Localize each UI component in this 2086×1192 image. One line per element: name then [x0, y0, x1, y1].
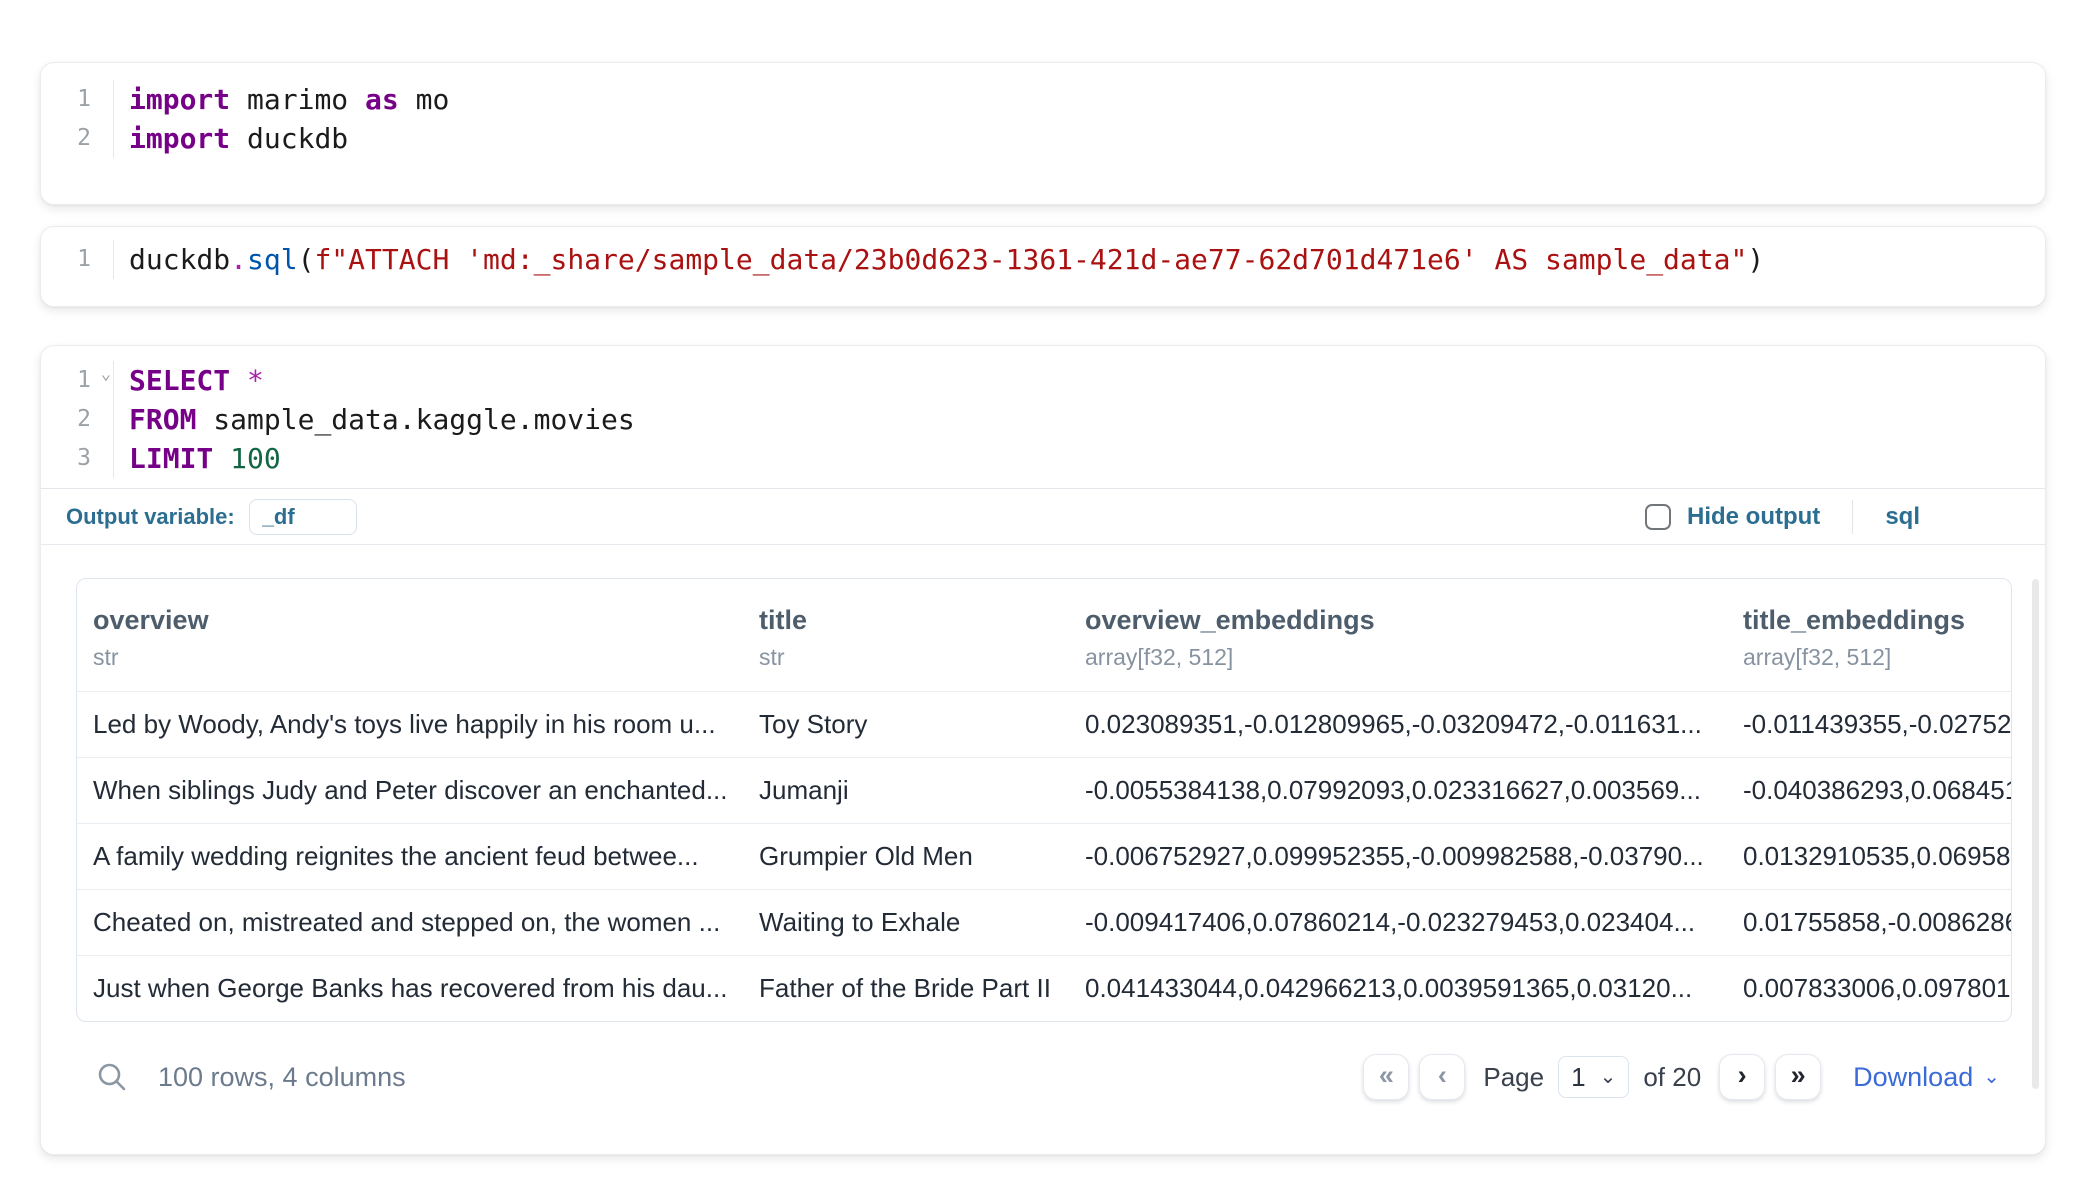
table-cell: -0.0055384138,0.07992093,0.023316627,0.0…: [1069, 758, 1727, 823]
line-number: 3: [41, 439, 113, 478]
sql-cell-toolbar: Output variable: Hide output sql: [41, 488, 2045, 545]
line-number: 1: [41, 240, 113, 279]
search-icon[interactable]: [96, 1061, 128, 1093]
hide-output-label: Hide output: [1687, 503, 1820, 531]
column-type: str: [93, 644, 743, 671]
line-number: 1⌄: [41, 361, 113, 400]
code-editor[interactable]: 1⌄23 SELECT *FROM sample_data.kaggle.mov…: [41, 346, 2045, 488]
table-cell: 0.0132910535,0.06958: [1727, 824, 2011, 889]
table-cell: Jumanji: [743, 758, 1069, 823]
code-line[interactable]: LIMIT 100: [129, 439, 2045, 478]
hide-output-checkbox[interactable]: [1645, 504, 1671, 530]
column-header-overview[interactable]: overview str: [77, 579, 743, 691]
code-lines[interactable]: duckdb.sql(f"ATTACH 'md:_share/sample_da…: [114, 240, 2045, 279]
last-page-button[interactable]: »: [1775, 1054, 1821, 1100]
page-label: Page: [1483, 1062, 1544, 1093]
pagination: « ‹ Page 1 ⌄ of 20 › » Download: [1363, 1054, 2000, 1100]
code-line[interactable]: import duckdb: [129, 119, 2045, 158]
table-cell: Grumpier Old Men: [743, 824, 1069, 889]
next-page-button[interactable]: ›: [1719, 1054, 1765, 1100]
column-type: array[f32, 512]: [1085, 644, 1727, 671]
column-name: title_embeddings: [1743, 605, 2011, 636]
download-button[interactable]: Download ⌄: [1853, 1062, 2000, 1093]
code-line[interactable]: duckdb.sql(f"ATTACH 'md:_share/sample_da…: [129, 240, 2045, 279]
table-row: Led by Woody, Andy's toys live happily i…: [77, 691, 2011, 757]
table-cell: Cheated on, mistreated and stepped on, t…: [77, 890, 743, 955]
code-line[interactable]: SELECT *: [129, 361, 2045, 400]
table-cell: 0.041433044,0.042966213,0.0039591365,0.0…: [1069, 956, 1727, 1021]
sql-cell: 1⌄23 SELECT *FROM sample_data.kaggle.mov…: [40, 345, 2046, 1155]
total-pages-label: of 20: [1643, 1062, 1701, 1093]
toolbar-divider: [1852, 500, 1853, 534]
gutter: 12: [41, 80, 114, 158]
toolbar-right-group: Hide output sql: [1645, 500, 2020, 534]
column-header-title_embeddings[interactable]: title_embeddings array[f32, 512]: [1727, 579, 2011, 691]
page-number-value: 1: [1571, 1062, 1585, 1093]
code-line[interactable]: import marimo as mo: [129, 80, 2045, 119]
first-page-button[interactable]: «: [1363, 1054, 1409, 1100]
table-cell: -0.006752927,0.099952355,-0.009982588,-0…: [1069, 824, 1727, 889]
code-lines[interactable]: import marimo as moimport duckdb: [114, 80, 2045, 158]
prev-page-icon: ‹: [1438, 1060, 1447, 1091]
table-header-row: overview str title str overview_embeddingsar…: [77, 579, 2011, 691]
table-cell: 0.023089351,-0.012809965,-0.03209472,-0.…: [1069, 692, 1727, 757]
column-header-overview_embeddings[interactable]: overview_embeddings array[f32, 512]: [1069, 579, 1727, 691]
code-editor[interactable]: 12 import marimo as moimport duckdb: [41, 63, 2045, 158]
column-header-title[interactable]: title str: [743, 579, 1069, 691]
table-cell: -0.009417406,0.07860214,-0.023279453,0.0…: [1069, 890, 1727, 955]
table-cell: -0.040386293,0.068451: [1727, 758, 2011, 823]
table-row: Cheated on, mistreated and stepped on, t…: [77, 889, 2011, 955]
next-page-icon: ›: [1738, 1060, 1747, 1091]
table-body: Led by Woody, Andy's toys live happily i…: [77, 691, 2011, 1021]
gutter: 1: [41, 240, 114, 279]
line-number: 2: [41, 400, 113, 439]
table-cell: A family wedding reignites the ancient f…: [77, 824, 743, 889]
table-cell: 0.01755858,-0.0086286: [1727, 890, 2011, 955]
code-lines[interactable]: SELECT *FROM sample_data.kaggle.moviesLI…: [114, 361, 2045, 478]
code-cell-attach: 1 duckdb.sql(f"ATTACH 'md:_share/sample_…: [40, 226, 2046, 307]
table-cell: Toy Story: [743, 692, 1069, 757]
output-scrollbar[interactable]: [2032, 579, 2039, 1089]
language-badge[interactable]: sql: [1885, 503, 1920, 531]
line-number: 1: [41, 80, 113, 119]
column-name: overview_embeddings: [1085, 605, 1727, 636]
table-cell: Led by Woody, Andy's toys live happily i…: [77, 692, 743, 757]
column-type: str: [759, 644, 1069, 671]
gutter: 1⌄23: [41, 361, 114, 478]
output-variable-input[interactable]: [249, 499, 357, 535]
query-output-area: overview str title str overview_embeddingsar…: [41, 545, 2045, 1132]
table-cell: 0.007833006,0.097801: [1727, 956, 2011, 1021]
table-cell: -0.011439355,-0.02752: [1727, 692, 2011, 757]
table-cell: Waiting to Exhale: [743, 890, 1069, 955]
table-row: Just when George Banks has recovered fro…: [77, 955, 2011, 1021]
column-name: title: [759, 605, 1069, 636]
first-page-icon: «: [1379, 1060, 1394, 1091]
table-row: A family wedding reignites the ancient f…: [77, 823, 2011, 889]
fold-chevron-icon[interactable]: ⌄: [101, 366, 111, 383]
code-line[interactable]: FROM sample_data.kaggle.movies: [129, 400, 2045, 439]
download-label: Download: [1853, 1062, 1973, 1093]
table-footer: 100 rows, 4 columns « ‹ Page 1 ⌄ of 20 ›: [76, 1022, 2012, 1132]
line-number: 2: [41, 119, 113, 158]
chevron-down-icon: ⌄: [1983, 1072, 2000, 1082]
table-cell: When siblings Judy and Peter discover an…: [77, 758, 743, 823]
prev-page-button[interactable]: ‹: [1419, 1054, 1465, 1100]
page-number-select[interactable]: 1 ⌄: [1558, 1056, 1629, 1098]
column-name: overview: [93, 605, 743, 636]
table-row: When siblings Judy and Peter discover an…: [77, 757, 2011, 823]
result-table: overview str title str overview_embeddingsar…: [76, 578, 2012, 1022]
column-type: array[f32, 512]: [1743, 644, 2011, 671]
code-editor[interactable]: 1 duckdb.sql(f"ATTACH 'md:_share/sample_…: [41, 227, 2045, 279]
chevron-down-icon: ⌄: [1600, 1072, 1617, 1082]
last-page-icon: »: [1791, 1060, 1806, 1091]
code-cell-imports: 12 import marimo as moimport duckdb: [40, 62, 2046, 205]
table-cell: Just when George Banks has recovered fro…: [77, 956, 743, 1021]
output-variable-label: Output variable:: [66, 504, 235, 530]
table-cell: Father of the Bride Part II: [743, 956, 1069, 1021]
row-count-summary: 100 rows, 4 columns: [158, 1062, 406, 1093]
